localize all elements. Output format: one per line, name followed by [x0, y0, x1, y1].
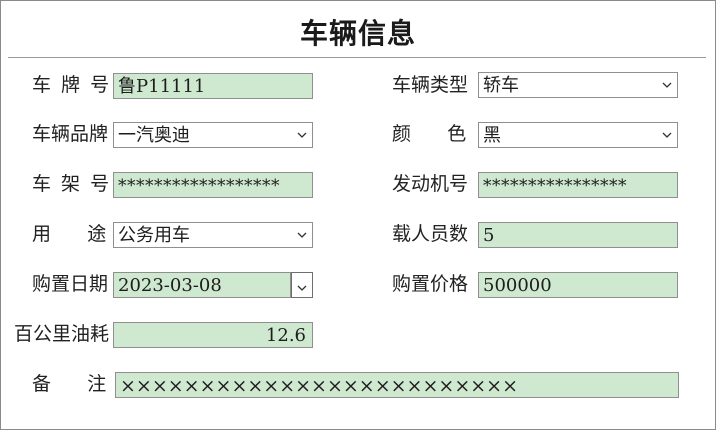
remark-field[interactable]: ×××××××××××××××××××××××××	[115, 372, 679, 398]
form-window	[0, 0, 716, 430]
engine-no-field[interactable]: ****************	[478, 172, 678, 198]
frame-no-field[interactable]: ******************	[113, 172, 313, 198]
brand-select-value: 一汽奥迪	[118, 125, 190, 146]
fuel-field[interactable]: 12.6	[113, 322, 313, 348]
color-select-value: 黑	[483, 125, 501, 146]
seats-field[interactable]: 5	[478, 222, 678, 248]
type-select[interactable]: 轿车	[478, 72, 678, 98]
price-label: 购置价格	[392, 273, 469, 295]
fuel-label: 百公里油耗	[14, 323, 110, 345]
chevron-down-icon[interactable]	[661, 73, 673, 97]
chevron-down-icon[interactable]	[661, 123, 673, 147]
purchase-date-label: 购置日期	[32, 273, 109, 295]
remark-label: 备 注	[32, 373, 107, 395]
chevron-down-icon[interactable]	[296, 123, 308, 147]
purchase-date-field[interactable]: 2023-03-08	[113, 272, 291, 298]
type-select-value: 轿车	[483, 75, 519, 96]
plate-label: 车 牌 号	[32, 74, 112, 96]
color-select[interactable]: 黑	[478, 122, 678, 148]
usage-select[interactable]: 公务用车	[113, 222, 313, 248]
chevron-down-icon[interactable]	[296, 223, 308, 247]
engine-no-label: 发动机号	[392, 173, 469, 195]
frame-no-label: 车 架 号	[32, 173, 112, 195]
brand-label: 车辆品牌	[32, 123, 109, 145]
usage-label: 用 途	[32, 223, 107, 245]
type-label: 车辆类型	[392, 74, 469, 96]
plate-field[interactable]: 鲁P11111	[113, 73, 313, 99]
price-field[interactable]: 500000	[478, 272, 678, 298]
date-picker-button[interactable]	[291, 272, 313, 298]
chevron-down-icon	[297, 276, 307, 295]
usage-select-value: 公务用车	[118, 225, 190, 246]
form-title: 车辆信息	[299, 17, 416, 50]
color-label: 颜 色	[392, 123, 467, 145]
title-divider	[8, 57, 706, 58]
brand-select[interactable]: 一汽奥迪	[113, 122, 313, 148]
seats-label: 载人员数	[392, 223, 469, 245]
